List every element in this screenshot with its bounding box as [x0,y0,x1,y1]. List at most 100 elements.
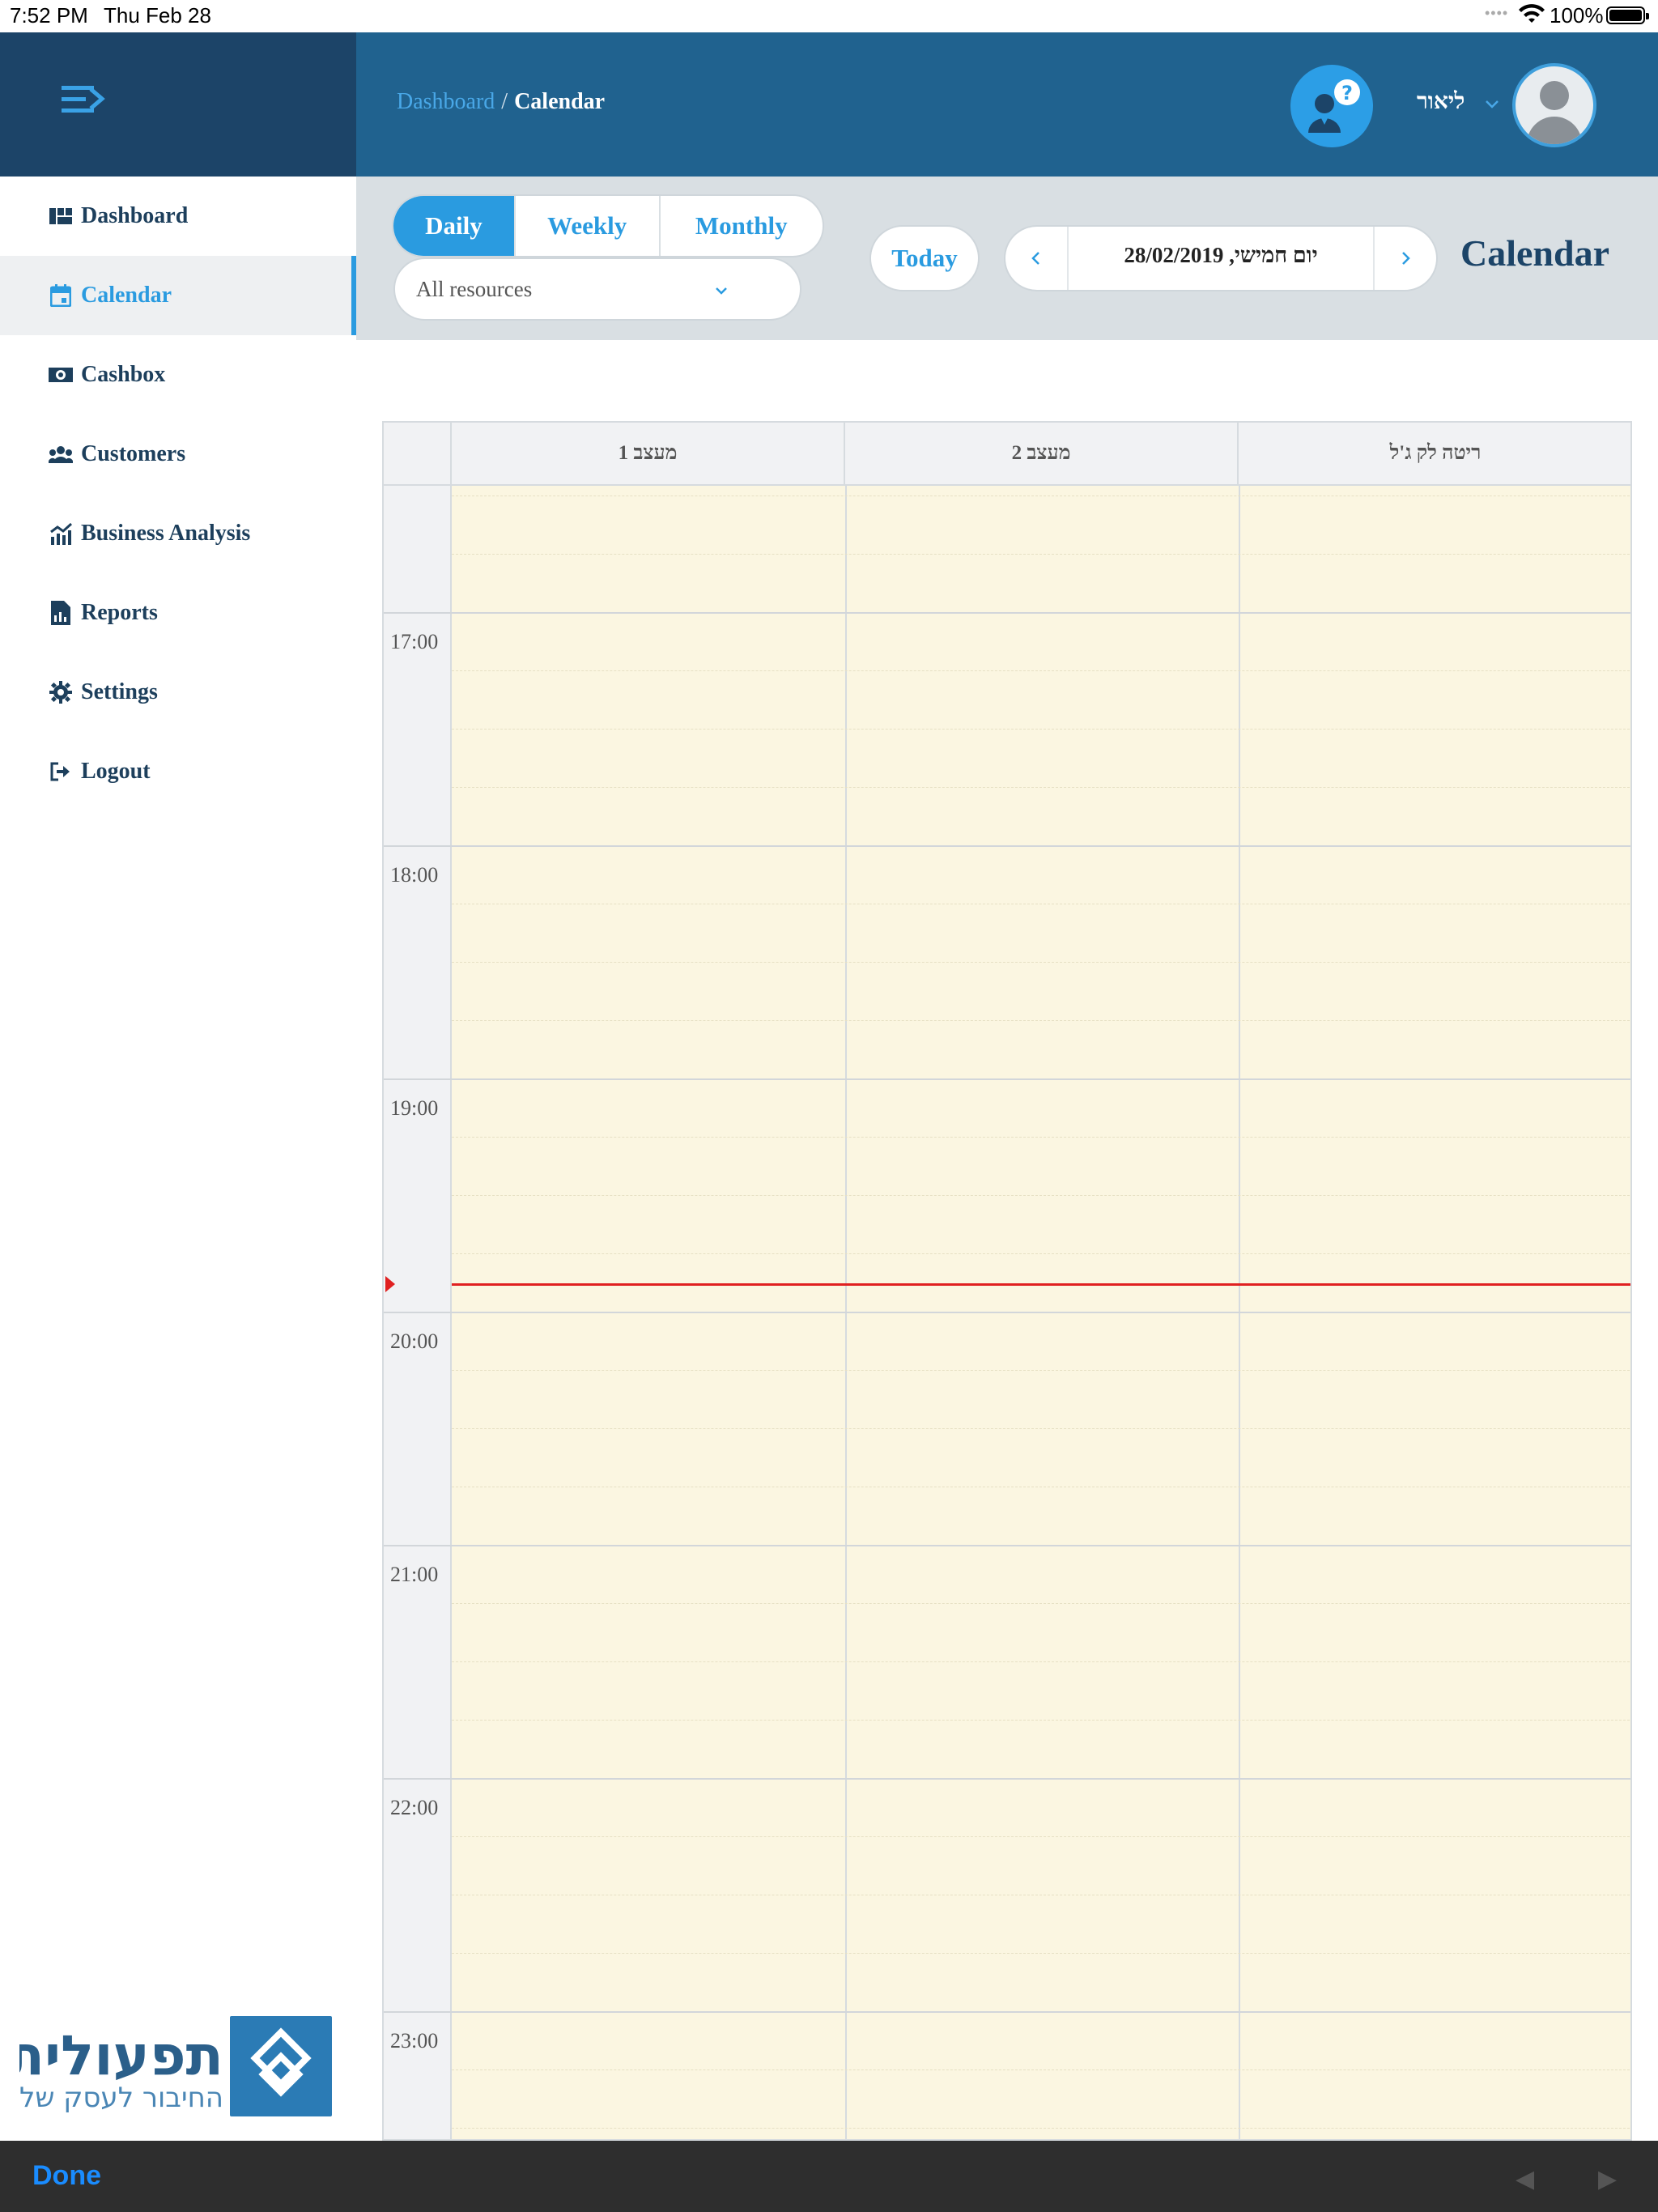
support-agent-icon: ? [1308,79,1360,133]
sidebar-item-label: Business Analysis [81,521,251,546]
cellular-signal-icon: •••• [1485,5,1509,21]
keyboard-accessory-bar: Done ◀ ▶ [0,2141,1658,2212]
logout-icon [49,759,73,784]
quarter-gridline [452,1953,1630,1954]
sidebar-item-customers[interactable]: Customers [0,415,356,494]
hour-label: 19:00 [390,1096,439,1120]
sidebar-item-label: Calendar [81,283,172,308]
quarter-gridline [452,1195,1630,1196]
quarter-gridline [452,1370,1630,1371]
hour-gridline [384,1078,1630,1080]
hour-label: 23:00 [390,2029,439,2052]
page-title: Calendar [1460,232,1609,274]
quarter-gridline [452,1253,1630,1254]
tab-monthly[interactable]: Monthly [661,196,823,256]
avatar[interactable] [1512,63,1596,147]
hour-label: 21:00 [390,1563,439,1586]
previous-field-icon[interactable]: ◀ [1516,2165,1534,2193]
calendar-grid: מעצב 1 מעצב 2 ריטה לק ג'ל 17:00 18:00 19… [382,421,1632,2141]
done-button[interactable]: Done [32,2160,101,2192]
status-time: 7:52 PM [10,3,88,28]
hour-gridline [384,1545,1630,1546]
quarter-gridline [452,670,1630,671]
hour-gridline [384,1778,1630,1780]
cash-icon [49,363,73,387]
sidebar-item-dashboard[interactable]: Dashboard [0,177,356,256]
dashboard-icon [49,204,73,228]
current-time-marker [385,1276,395,1292]
sidebar-nav: Dashboard Calendar Cashbox Customers Bus… [0,177,356,811]
sidebar-item-label: Settings [81,679,158,704]
quarter-gridline [452,2069,1630,2070]
tab-weekly[interactable]: Weekly [516,196,661,256]
sidebar-item-label: Reports [81,600,158,625]
quarter-gridline [452,1137,1630,1138]
quarter-gridline [452,1661,1630,1662]
current-time-line [452,1283,1630,1286]
chevron-right-icon [1402,252,1410,265]
sidebar-header [0,32,356,177]
hour-gridline [384,612,1630,614]
current-date[interactable]: יום חמישי, 28/02/2019 [1069,243,1373,268]
resources-select-value: All resources [416,277,533,301]
quarter-gridline [452,729,1630,730]
resources-select[interactable]: All resources [393,257,801,321]
sidebar-item-cashbox[interactable]: Cashbox [0,335,356,415]
status-bar: 7:52 PM Thu Feb 28 •••• 100% [0,0,1658,32]
users-icon [49,442,73,466]
battery-percent: 100% [1550,3,1604,28]
next-field-icon[interactable]: ▶ [1598,2165,1617,2193]
chart-icon [49,521,73,546]
hour-label: 20:00 [390,1329,439,1353]
quarter-gridline [452,1020,1630,1021]
sidebar-item-label: Dashboard [81,203,189,228]
svg-text:?: ? [1341,82,1353,104]
tab-daily[interactable]: Daily [393,196,516,256]
sidebar-item-logout[interactable]: Logout [0,732,356,811]
sidebar-item-calendar[interactable]: Calendar [0,256,356,335]
chevron-down-icon [716,287,727,295]
wifi-icon [1519,4,1545,23]
time-column-header [384,423,452,486]
hour-gridline [384,2011,1630,2013]
quarter-gridline [452,787,1630,788]
quarter-gridline [452,1720,1630,1721]
calendar-toolbar: Daily Weekly Monthly All resources Today… [356,177,1658,340]
sidebar: Dashboard Calendar Cashbox Customers Bus… [0,32,356,2141]
battery-icon [1606,6,1649,24]
support-button[interactable]: ? [1290,65,1373,147]
user-silhouette-icon [1527,81,1582,144]
chevron-left-icon [1031,252,1039,265]
chevron-down-icon[interactable] [1483,96,1501,113]
hour-label: 17:00 [390,630,439,653]
top-header: Dashboard / Calendar ? ליאור [356,32,1658,177]
calendar-icon [49,283,73,308]
menu-toggle-icon[interactable] [58,81,107,117]
user-name[interactable]: ליאור [1417,89,1465,115]
status-date: Thu Feb 28 [104,3,211,28]
today-button[interactable]: Today [869,225,980,291]
gear-icon [49,680,73,704]
resource-column-header: ריטה לק ג'ל [1239,423,1630,486]
quarter-gridline [452,1836,1630,1837]
quarter-gridline [452,1603,1630,1604]
sidebar-item-business-analysis[interactable]: Business Analysis [0,494,356,573]
hour-label: 18:00 [390,863,439,887]
previous-day-button[interactable] [1005,227,1069,290]
quarter-gridline [452,962,1630,963]
column-divider [1239,486,1240,2139]
time-axis [384,486,452,2139]
svg-text:החיבור לעסק שלך: החיבור לעסק שלך [19,2082,223,2114]
sidebar-item-settings[interactable]: Settings [0,653,356,732]
report-icon [49,601,73,625]
view-switcher: Daily Weekly Monthly [392,194,824,257]
breadcrumb: Dashboard / Calendar [397,89,605,115]
hour-gridline [384,845,1630,847]
sidebar-item-reports[interactable]: Reports [0,573,356,653]
breadcrumb-dashboard-link[interactable]: Dashboard [397,89,495,114]
next-day-button[interactable] [1373,227,1436,290]
sidebar-item-label: Cashbox [81,362,166,387]
hour-gridline [384,1312,1630,1313]
breadcrumb-current: Calendar [514,89,606,114]
quarter-gridline [452,554,1630,555]
